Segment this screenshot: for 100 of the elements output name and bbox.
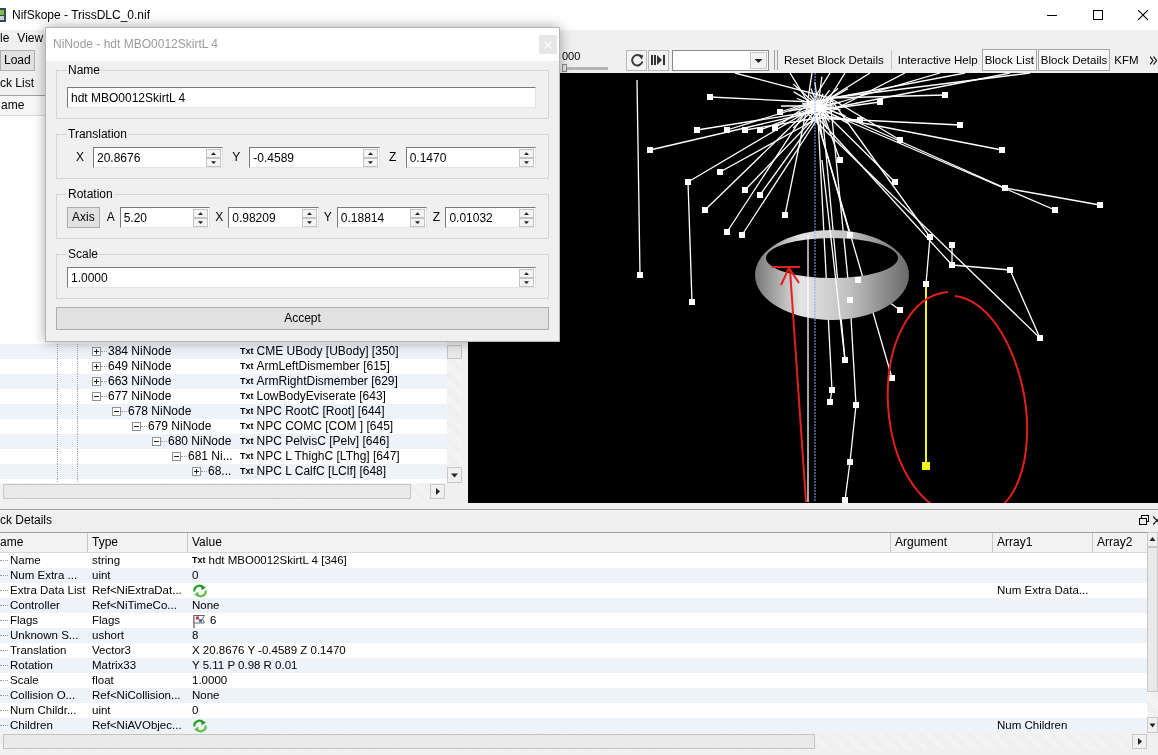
toolbar-button[interactable]: Load (0, 49, 35, 71)
number-field[interactable]: 0.18814 (337, 208, 411, 227)
minus-box-icon[interactable] (132, 422, 141, 431)
column-header[interactable]: Array1 (993, 533, 1093, 552)
spin-arrows-icon[interactable] (206, 148, 222, 167)
table-row[interactable]: Collision O... Ref<NiCollision... None (0, 688, 1147, 703)
number-field[interactable]: 5.20 (120, 208, 194, 227)
tree-row[interactable]: 68... Txt NPC L CalfC [LClf] [648] (0, 464, 447, 479)
spinbox[interactable]: 5.20 (119, 207, 211, 228)
toolbar-button[interactable]: Block Details (1037, 49, 1111, 71)
number-field[interactable]: -0.4589 (250, 148, 363, 167)
spinbox[interactable]: 0.98209 (228, 207, 319, 228)
spin-arrows-icon[interactable] (519, 208, 534, 227)
tree-row[interactable]: 680 NiNode Txt NPC PelvisC [Pelv] [646] (0, 434, 447, 449)
dropdown-field[interactable] (672, 49, 769, 71)
number-field[interactable]: 0.1470 (406, 148, 519, 167)
tree-row[interactable]: 678 NiNode Txt NPC RootC [Root] [644] (0, 404, 447, 419)
toolbar-button[interactable]: KFM (1111, 49, 1142, 71)
float-window-icon[interactable] (1139, 515, 1149, 525)
minus-box-icon[interactable] (92, 392, 101, 401)
number-field[interactable]: 20.8676 (94, 148, 207, 167)
menu-item[interactable]: le (0, 31, 14, 46)
scrollbar-thumb[interactable] (447, 345, 462, 359)
tree-value: CME UBody [UBody] [350] (256, 344, 399, 359)
tree-row[interactable]: 663 NiNode Txt ArmRightDismember [629] (0, 374, 447, 389)
horizontal-scrollbar[interactable] (0, 483, 462, 500)
menu-item[interactable]: View (13, 31, 48, 46)
field-label: X (214, 210, 225, 225)
tree-label: 677 NiNode (108, 389, 172, 404)
spin-arrows-icon[interactable] (193, 208, 209, 227)
minus-box-icon[interactable] (172, 452, 181, 461)
step-forward-icon[interactable] (651, 54, 666, 66)
group-title: Rotation (67, 187, 114, 201)
column-header[interactable]: Array2 (1093, 533, 1147, 552)
column-header[interactable]: Value (188, 533, 891, 552)
table-row[interactable]: Unknown S... ushort 8 (0, 628, 1147, 643)
tree-row[interactable]: 384 NiNode Txt CME UBody [UBody] [350] (0, 344, 447, 359)
spin-arrows-icon[interactable] (410, 208, 426, 227)
table-row[interactable]: Children Ref<NiAVObjec... Num Children (0, 718, 1147, 733)
scrollbar-thumb[interactable] (3, 484, 411, 499)
table-cell: 8 (192, 628, 199, 643)
field-label: Y (231, 150, 242, 165)
chevron-icon[interactable] (1150, 55, 1157, 65)
link-arrows-icon[interactable] (192, 718, 208, 733)
spinbox[interactable]: 20.8676 (93, 147, 224, 168)
minus-box-icon[interactable] (112, 407, 121, 416)
table-cell: Collision O... (10, 688, 76, 703)
spin-arrows-icon[interactable] (301, 208, 317, 227)
close-icon[interactable] (1153, 515, 1158, 525)
column-header[interactable]: ame (0, 96, 44, 115)
tree-value: ArmRightDismember [629] (256, 374, 398, 389)
table-cell: 0 (192, 568, 199, 583)
number-field[interactable]: 0.98209 (229, 208, 302, 227)
spinbox[interactable]: -0.4589 (249, 147, 380, 168)
panel-title: ck List (0, 75, 34, 92)
link-arrows-icon[interactable] (192, 583, 208, 598)
plus-box-icon[interactable] (92, 362, 101, 371)
maximize-icon[interactable] (1093, 10, 1103, 20)
toolbar-button[interactable]: Reset Block Details (781, 49, 887, 71)
spinbox[interactable]: 0.1470 (405, 147, 536, 168)
vertical-scrollbar[interactable] (1147, 532, 1158, 733)
table-cell: Vector3 (92, 643, 131, 658)
column-header[interactable]: ame (0, 533, 88, 552)
plus-box-icon[interactable] (192, 467, 201, 476)
scrollbar-thumb[interactable] (1147, 547, 1158, 692)
toolbar-button[interactable]: Interactive Help (894, 49, 981, 71)
table-row[interactable]: Controller Ref<NiTimeCo... None (0, 598, 1147, 613)
spinbox[interactable]: 0.18814 (336, 207, 428, 228)
scroll-right-icon[interactable] (430, 484, 445, 499)
axis-button[interactable]: Axis (67, 207, 100, 228)
spin-arrows-icon[interactable] (362, 148, 378, 167)
app-icon (0, 7, 6, 23)
scroll-right-icon[interactable] (1132, 734, 1147, 749)
scrollbar-thumb[interactable] (3, 734, 815, 749)
plus-box-icon[interactable] (92, 377, 101, 386)
spin-arrows-icon[interactable] (519, 268, 534, 287)
toolbar-button[interactable]: Block List (981, 49, 1037, 71)
table-cell: Controller (10, 598, 60, 613)
slider-thumb[interactable] (562, 64, 567, 72)
flag-icon[interactable] (192, 613, 206, 628)
slider-track[interactable] (562, 64, 608, 72)
type-tag: Txt (240, 434, 254, 449)
spinbox[interactable]: 0.01032 (445, 207, 536, 228)
tree-label: 679 NiNode (148, 419, 212, 434)
column-header[interactable]: Argument (891, 533, 993, 552)
table-cell: Ref<NiAVObjec... (92, 718, 182, 733)
number-field[interactable]: 0.01032 (446, 208, 519, 227)
close-icon[interactable] (1138, 10, 1148, 20)
step-button[interactable] (648, 49, 669, 71)
text-field[interactable]: hdt MBO0012SkirtL 4 (67, 87, 536, 108)
column-header[interactable]: Type (88, 533, 188, 552)
horizontal-scrollbar[interactable] (0, 733, 1158, 750)
plus-box-icon[interactable] (92, 347, 101, 356)
accept-button[interactable]: Accept (56, 307, 549, 330)
table-row[interactable]: Num Extra ... uint 0 (0, 568, 1147, 583)
spin-arrows-icon[interactable] (519, 148, 534, 167)
scroll-up-icon[interactable] (1147, 532, 1158, 547)
minus-box-icon[interactable] (152, 437, 161, 446)
table-cell: Num Children (997, 718, 1068, 733)
table-row[interactable]: Rotation Matrix33 Y 5.11 P 0.98 R 0.01 (0, 658, 1147, 673)
